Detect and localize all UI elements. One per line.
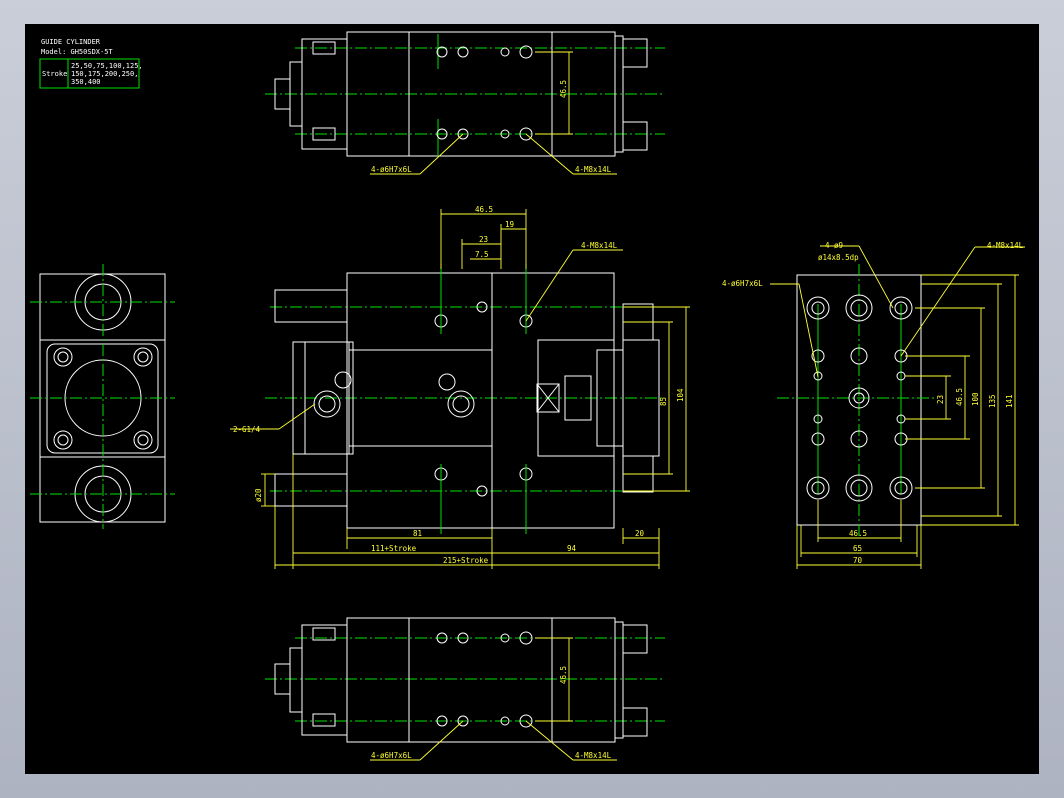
callout-through-hole: 4-ø9 [825,241,843,250]
dim-right-23: 23 [936,395,945,404]
dim-20: 20 [635,529,645,538]
cad-drawing-canvas: GUIDE CYLINDER Model: GH50SDX-5T Stroke … [25,24,1039,774]
callout-front-tap: 4-M8x14L [581,241,618,250]
title-text: GUIDE CYLINDER [41,38,101,46]
stroke-values-3: 350,400 [71,78,101,86]
stroke-values-1: 25,50,75,100,125, [71,62,143,70]
dim-right-46-5: 46.5 [955,388,964,406]
callout-top-pin: 4-ø6H7x6L [371,165,412,174]
dim-bottom-46-5: 46.5 [559,666,568,684]
dim-right-46-5-h: 46.5 [849,529,867,538]
dim-215-stroke: 215+Stroke [443,556,489,565]
dim-70: 70 [853,556,863,565]
dim-100: 100 [971,392,980,406]
stroke-label: Stroke [42,70,67,78]
dim-23: 23 [479,235,488,244]
callout-right-pin: 4-ø6H7x6L [722,279,763,288]
stroke-values-2: 150,175,200,250, [71,70,138,78]
dim-85: 85 [659,397,668,406]
dim-94: 94 [567,544,577,553]
dim-7-5: 7.5 [475,250,489,259]
callout-top-tap: 4-M8x14L [575,165,612,174]
dim-111-stroke: 111+Stroke [371,544,417,553]
dim-141: 141 [1005,394,1014,408]
dim-phi-20: ø20 [254,488,263,502]
callout-bottom-pin: 4-ø6H7x6L [371,751,412,760]
callout-bottom-tap: 4-M8x14L [575,751,612,760]
dim-top-46-5: 46.5 [559,80,568,98]
dim-135: 135 [988,394,997,408]
dim-104: 104 [676,388,685,402]
dim-46-5: 46.5 [475,205,493,214]
callout-counterbore: ø14x8.5dp [818,253,859,262]
model-text: Model: GH50SDX-5T [41,48,113,56]
callout-right-tap: 4-M8x14L [987,241,1024,250]
dim-19: 19 [505,220,514,229]
callout-port: 2-G1/4 [233,425,261,434]
dim-81: 81 [413,529,422,538]
dim-65: 65 [853,544,862,553]
